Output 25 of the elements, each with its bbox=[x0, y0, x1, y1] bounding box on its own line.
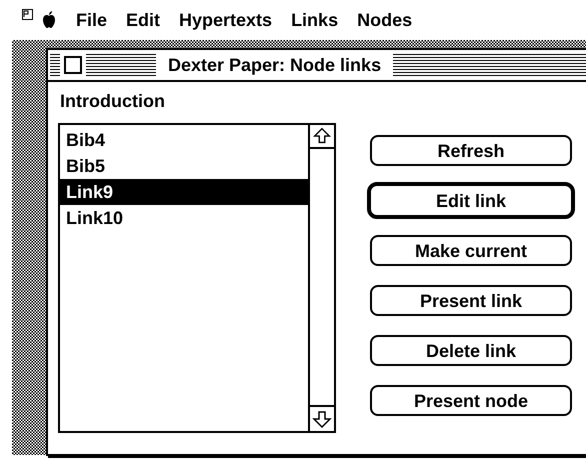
node-name: Introduction bbox=[60, 90, 166, 113]
document-icon[interactable] bbox=[22, 8, 33, 20]
menu-item[interactable]: Edit bbox=[126, 6, 160, 34]
scrollbar[interactable] bbox=[308, 125, 334, 431]
title-bar-stripes[interactable] bbox=[393, 54, 586, 76]
push-button[interactable]: Present link bbox=[370, 285, 572, 316]
push-button[interactable]: Edit link bbox=[367, 182, 575, 219]
push-button[interactable]: Delete link bbox=[370, 335, 572, 366]
list-item[interactable]: Link9 bbox=[60, 179, 308, 205]
list-item[interactable]: Bib4 bbox=[60, 127, 308, 153]
push-button[interactable]: Refresh bbox=[370, 135, 572, 166]
list-item[interactable]: Bib5 bbox=[60, 153, 308, 179]
close-box[interactable] bbox=[64, 56, 82, 74]
menu-item[interactable]: Nodes bbox=[357, 6, 412, 34]
apple-icon[interactable] bbox=[41, 11, 57, 29]
push-button[interactable]: Present node bbox=[370, 385, 572, 416]
menu-item[interactable]: Links bbox=[291, 6, 338, 34]
menu-item[interactable]: File bbox=[76, 6, 108, 34]
window-title: Dexter Paper: Node links bbox=[167, 54, 382, 77]
menu-item[interactable]: Hypertexts bbox=[179, 6, 272, 34]
up-arrow-icon[interactable] bbox=[310, 125, 334, 149]
push-button[interactable]: Make current bbox=[370, 235, 572, 266]
list-item[interactable]: Link10 bbox=[60, 205, 308, 231]
down-arrow-icon[interactable] bbox=[310, 405, 334, 431]
title-bar-stripes[interactable] bbox=[50, 54, 60, 76]
